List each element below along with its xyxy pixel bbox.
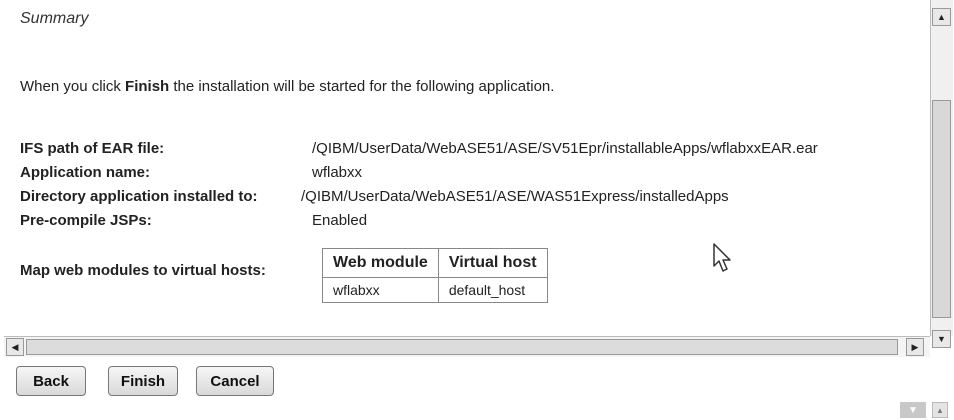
install-dir-label: Directory application installed to: bbox=[20, 188, 258, 205]
app-name-value: wflabxx bbox=[312, 164, 363, 181]
ear-path-label: IFS path of EAR file: bbox=[20, 140, 165, 157]
chevron-up-icon[interactable]: ▲ bbox=[932, 402, 948, 418]
vertical-scroll-thumb[interactable] bbox=[932, 100, 951, 318]
horizontal-scrollbar[interactable]: ◀ ▶ bbox=[4, 336, 930, 357]
column-header-web-module: Web module bbox=[322, 248, 439, 278]
web-module-cell: wflabxx bbox=[322, 277, 439, 303]
intro-text: When you click Finish the installation w… bbox=[20, 78, 554, 95]
page-title: Summary bbox=[20, 10, 89, 27]
intro-suffix: the installation will be started for the… bbox=[169, 78, 555, 95]
cancel-button[interactable]: Cancel bbox=[196, 366, 274, 396]
summary-panel: Summary When you click Finish the instal… bbox=[0, 0, 930, 336]
precompile-value: Enabled bbox=[312, 212, 368, 229]
ear-path-value: /QIBM/UserData/WebASE51/ASE/SV51Epr/inst… bbox=[312, 140, 818, 157]
precompile-label: Pre-compile JSPs: bbox=[20, 212, 152, 229]
install-dir-value: /QIBM/UserData/WebASE51/ASE/WAS51Express… bbox=[301, 188, 729, 205]
mouse-pointer-icon bbox=[713, 243, 731, 272]
table-header-row: Web module Virtual host bbox=[322, 248, 548, 278]
chevron-down-icon[interactable]: ▼ bbox=[900, 402, 926, 418]
arrow-up-icon[interactable]: ▲ bbox=[932, 8, 951, 26]
column-header-virtual-host: Virtual host bbox=[437, 248, 548, 278]
app-name-label: Application name: bbox=[20, 164, 151, 181]
back-button[interactable]: Back bbox=[16, 366, 86, 396]
horizontal-scroll-thumb[interactable] bbox=[26, 339, 898, 355]
intro-prefix: When you click bbox=[20, 78, 126, 95]
virtual-host-cell: default_host bbox=[437, 277, 548, 303]
map-modules-label: Map web modules to virtual hosts: bbox=[20, 262, 266, 279]
arrow-down-icon[interactable]: ▼ bbox=[932, 330, 951, 348]
intro-bold: Finish bbox=[125, 78, 170, 95]
vertical-scrollbar[interactable]: ▲ ▼ bbox=[930, 0, 953, 348]
arrow-left-icon[interactable]: ◀ bbox=[6, 338, 24, 356]
table-row: wflabxx default_host bbox=[322, 277, 548, 303]
arrow-right-icon[interactable]: ▶ bbox=[906, 338, 924, 356]
finish-button[interactable]: Finish bbox=[108, 366, 178, 396]
modules-table: Web module Virtual host wflabxx default_… bbox=[322, 248, 548, 303]
